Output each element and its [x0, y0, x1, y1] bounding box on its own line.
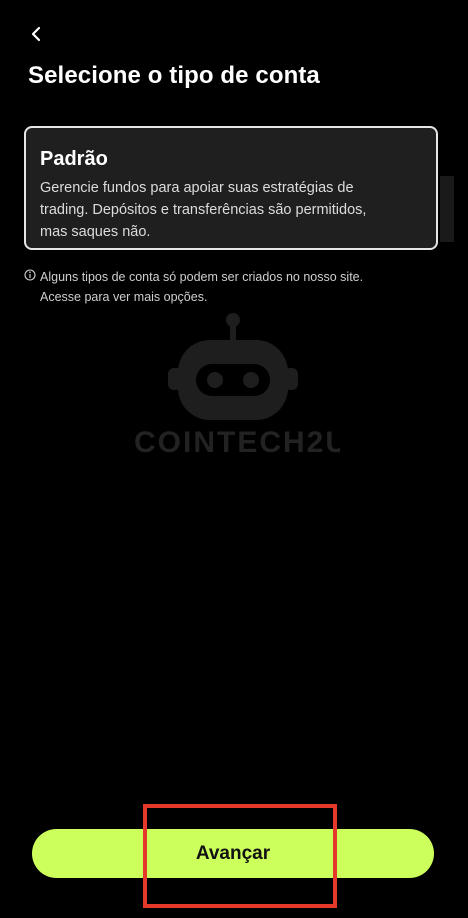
account-type-card-padrao[interactable]: Padrão Gerencie fundos para apoiar suas …	[24, 126, 438, 250]
account-type-title: Padrão	[40, 148, 108, 170]
watermark-brand: COINTECH2U	[134, 426, 340, 459]
next-button-label: Avançar	[195, 842, 271, 864]
info-text: Alguns tipos de conta só podem ser criad…	[40, 270, 364, 304]
card-edge-shadow	[440, 176, 454, 242]
next-button[interactable]: Avançar	[32, 829, 434, 878]
chevron-left-icon	[31, 26, 41, 42]
account-type-description: Gerencie fundos para apoiar suas estraté…	[40, 180, 367, 240]
info-notice: Alguns tipos de conta só podem ser criad…	[24, 267, 374, 307]
info-icon	[24, 269, 36, 281]
robot-logo-icon: COINTECH2U	[134, 313, 340, 459]
page-title: Selecione o tipo de conta	[28, 62, 320, 89]
annotation-highlight-gap	[327, 841, 333, 871]
back-button[interactable]	[20, 18, 52, 50]
